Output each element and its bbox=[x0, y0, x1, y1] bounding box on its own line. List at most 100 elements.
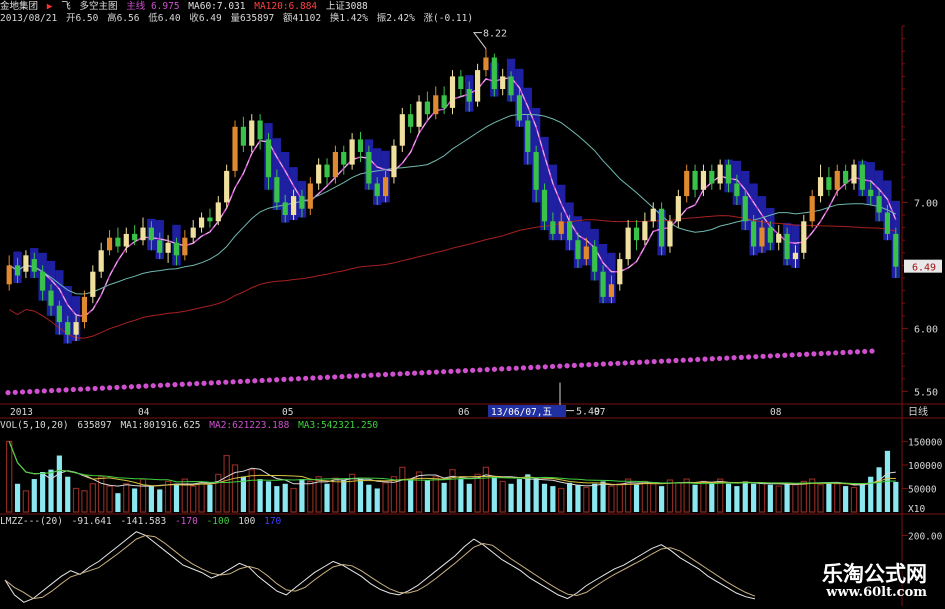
candle-body bbox=[224, 170, 230, 203]
volume-bar bbox=[666, 479, 674, 513]
candle-body bbox=[148, 227, 154, 241]
support-dot bbox=[782, 352, 788, 358]
lmzz-v1: -91.641 bbox=[71, 516, 112, 527]
tab-duokong[interactable]: 多空主图 bbox=[79, 1, 117, 12]
candle bbox=[851, 159, 857, 190]
support-dot bbox=[252, 378, 258, 384]
candle bbox=[500, 68, 506, 96]
candle bbox=[115, 227, 121, 253]
low-value: 低6.40 bbox=[148, 13, 181, 24]
high-value: 高6.56 bbox=[107, 13, 140, 24]
support-dot bbox=[448, 368, 454, 374]
candle-body bbox=[391, 145, 397, 178]
support-dot bbox=[753, 354, 759, 360]
lmzz-l1: -170 bbox=[174, 516, 198, 527]
candle-body bbox=[759, 227, 765, 247]
support-dot bbox=[586, 362, 592, 368]
volume-bar bbox=[432, 476, 439, 513]
candle-body bbox=[725, 164, 732, 184]
candle-body bbox=[642, 221, 648, 241]
volume-bar bbox=[482, 466, 490, 513]
volume-bar bbox=[893, 481, 899, 512]
support-dot bbox=[274, 377, 280, 383]
support-dot bbox=[281, 376, 287, 382]
volume-bar bbox=[843, 486, 849, 512]
support-dot bbox=[622, 360, 628, 366]
candle-body bbox=[734, 183, 740, 197]
candle-body bbox=[182, 237, 188, 256]
volume-bar bbox=[683, 478, 690, 513]
support-dot bbox=[673, 357, 679, 364]
candle-body bbox=[249, 120, 255, 146]
candle-body bbox=[299, 196, 305, 209]
volume-bar bbox=[558, 487, 565, 513]
volume-bar bbox=[458, 479, 464, 512]
vol-tick-label: 50000 bbox=[908, 484, 937, 495]
support-dot bbox=[375, 372, 381, 378]
lmzz-l3: 100 bbox=[238, 516, 256, 527]
candle-body bbox=[31, 259, 37, 272]
support-dot bbox=[724, 355, 730, 361]
ma120-value: MA120:6.884 bbox=[254, 1, 318, 12]
volume-bar bbox=[758, 482, 766, 513]
stock-name[interactable]: 金地集团 bbox=[0, 1, 38, 12]
volume-bar bbox=[767, 484, 773, 512]
volume-bar bbox=[357, 479, 364, 512]
vol-tick-label: 100000 bbox=[908, 461, 943, 472]
volume-bar bbox=[834, 483, 841, 513]
time-label: 05 bbox=[282, 407, 293, 418]
candle-body bbox=[717, 164, 723, 184]
support-dot bbox=[114, 384, 120, 391]
volume-bar bbox=[324, 483, 330, 512]
vol-ma3: MA3:542321.250 bbox=[298, 420, 379, 431]
volume-bar bbox=[516, 479, 523, 512]
candle bbox=[98, 242, 104, 278]
volume-bar bbox=[123, 483, 130, 513]
candle-body bbox=[341, 152, 347, 165]
support-dot bbox=[840, 349, 846, 356]
support-dot bbox=[150, 383, 156, 389]
candle bbox=[617, 252, 623, 291]
candle bbox=[633, 220, 640, 251]
volume-bar bbox=[290, 487, 297, 513]
volume-bar bbox=[164, 480, 172, 513]
header-row-2: 2013/08/21 开6.50 高6.56 低6.40 收6.49 量6358… bbox=[0, 13, 476, 25]
candle-body bbox=[98, 250, 104, 272]
time-label: 2013 bbox=[10, 407, 33, 418]
candle-body bbox=[449, 76, 456, 108]
support-dot bbox=[390, 371, 396, 377]
candle bbox=[483, 48, 489, 77]
tab-zhuxian[interactable]: 主线 6.975 bbox=[126, 1, 179, 12]
tab-feixiang[interactable]: 飞 bbox=[61, 1, 71, 12]
candle bbox=[182, 230, 188, 261]
volume-bar bbox=[876, 467, 882, 512]
volume-bar bbox=[348, 473, 356, 513]
vol-title: VOL(5,10,20) bbox=[0, 420, 69, 431]
support-dot bbox=[78, 386, 84, 392]
support-dot bbox=[825, 350, 832, 356]
volume-bar bbox=[600, 481, 606, 512]
candle-body bbox=[424, 101, 430, 115]
candle-body bbox=[274, 177, 280, 203]
candle-body bbox=[416, 101, 422, 127]
candle-body bbox=[533, 152, 539, 190]
support-dot bbox=[702, 356, 708, 362]
candle-body bbox=[709, 170, 715, 184]
candle-body bbox=[140, 227, 146, 241]
down-trend-band bbox=[13, 58, 900, 344]
price-tick-label: 6.00 bbox=[914, 324, 938, 335]
candle-body bbox=[40, 271, 46, 291]
candle bbox=[349, 133, 355, 170]
volume-bar bbox=[716, 478, 724, 513]
candle-body bbox=[73, 322, 79, 335]
lmzz-title: LMZZ---(20) bbox=[0, 516, 63, 527]
candle bbox=[826, 167, 832, 197]
support-dot bbox=[470, 367, 476, 373]
candle-body bbox=[316, 164, 322, 184]
ma60-value: MA60:7.031 bbox=[188, 1, 246, 12]
candle-body bbox=[257, 120, 263, 140]
candle bbox=[817, 164, 824, 203]
volume-bar bbox=[641, 480, 649, 513]
support-dot bbox=[789, 352, 795, 358]
candle-body bbox=[265, 139, 272, 178]
